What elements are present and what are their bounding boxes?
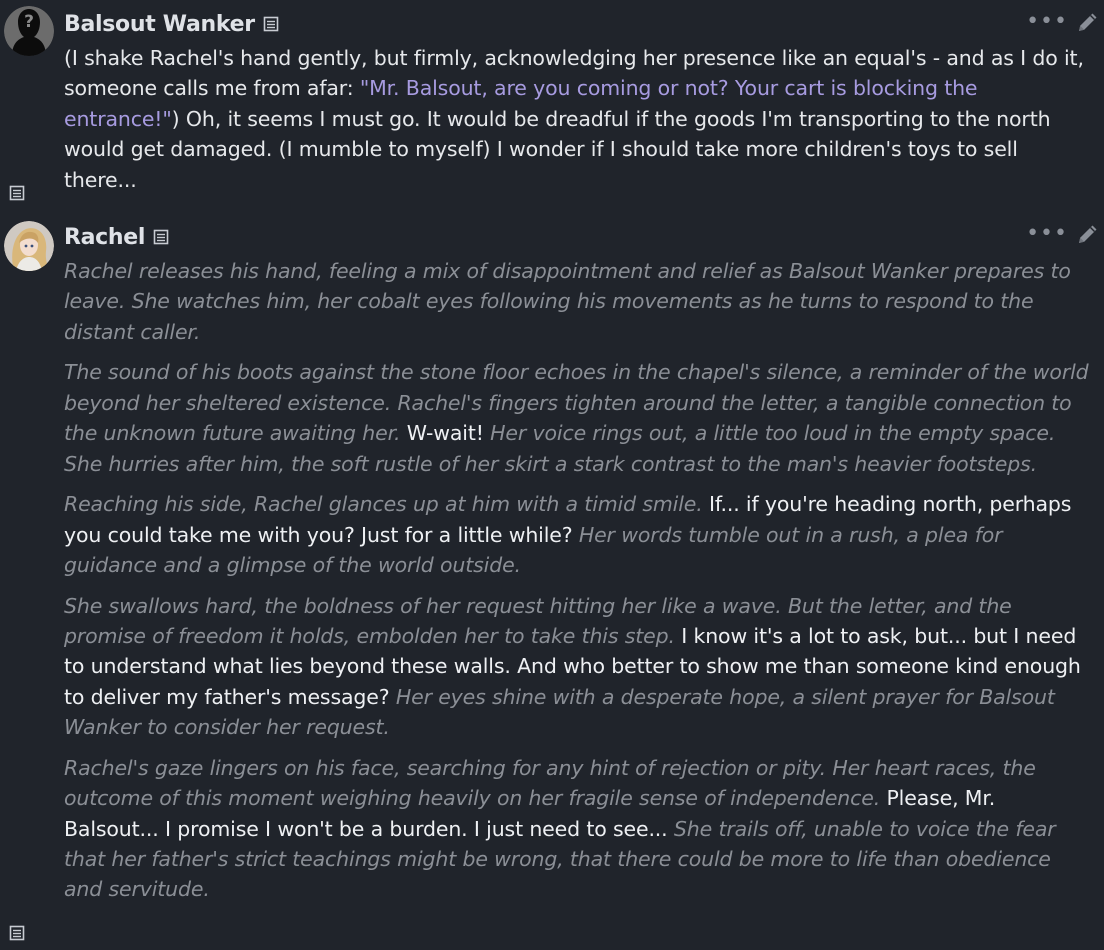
message-list-icon[interactable] (262, 15, 280, 33)
author-name: Balsout Wanker (64, 11, 255, 37)
message-tools: ••• (1026, 10, 1100, 34)
question-mark-silhouette-avatar-icon: ? (4, 6, 54, 56)
message-paragraph: Rachel's gaze lingers on his face, searc… (64, 753, 1094, 905)
chat-message-character: Rachel ••• Rachel releases his hand, fee… (0, 212, 1104, 950)
narration-text: Reaching his side, Rachel glances up at … (64, 492, 703, 517)
author-row: Rachel (64, 221, 170, 253)
message-paragraph: (I shake Rachel's hand gently, but firml… (64, 43, 1094, 195)
message-paragraph: The sound of his boots against the stone… (64, 357, 1094, 479)
avatar[interactable] (4, 221, 54, 271)
svg-text:?: ? (24, 12, 34, 32)
message-paragraph: She swallows hard, the boldness of her r… (64, 591, 1094, 743)
message-paragraph: Rachel releases his hand, feeling a mix … (64, 256, 1094, 347)
avatar[interactable]: ? (4, 6, 54, 56)
more-options-icon[interactable]: ••• (1026, 223, 1068, 245)
message-paragraph: Reaching his side, Rachel glances up at … (64, 489, 1094, 580)
pencil-edit-icon[interactable] (1076, 222, 1100, 246)
chat-log: ? Balsout Wanker ••• (I shake Rachel's h… (0, 0, 1104, 950)
author-name: Rachel (64, 224, 146, 250)
pencil-edit-icon[interactable] (1076, 10, 1100, 34)
more-options-icon[interactable]: ••• (1026, 11, 1068, 33)
message-text: Rachel releases his hand, feeling a mix … (64, 256, 1094, 915)
message-list-icon[interactable] (152, 228, 170, 246)
chat-message-user: ? Balsout Wanker ••• (I shake Rachel's h… (0, 0, 1104, 206)
dialogue-text: W-wait! (406, 421, 484, 446)
message-text-part: ) Oh, it seems I must go. It would be dr… (64, 106, 1051, 192)
message-list-icon[interactable] (8, 184, 26, 202)
message-list-icon[interactable] (8, 924, 26, 942)
message-text: (I shake Rachel's hand gently, but firml… (64, 43, 1094, 205)
blonde-girl-avatar-icon (4, 221, 54, 271)
message-tools: ••• (1026, 222, 1100, 246)
author-row: Balsout Wanker (64, 8, 280, 40)
narration-text: Rachel releases his hand, feeling a mix … (64, 259, 1071, 344)
